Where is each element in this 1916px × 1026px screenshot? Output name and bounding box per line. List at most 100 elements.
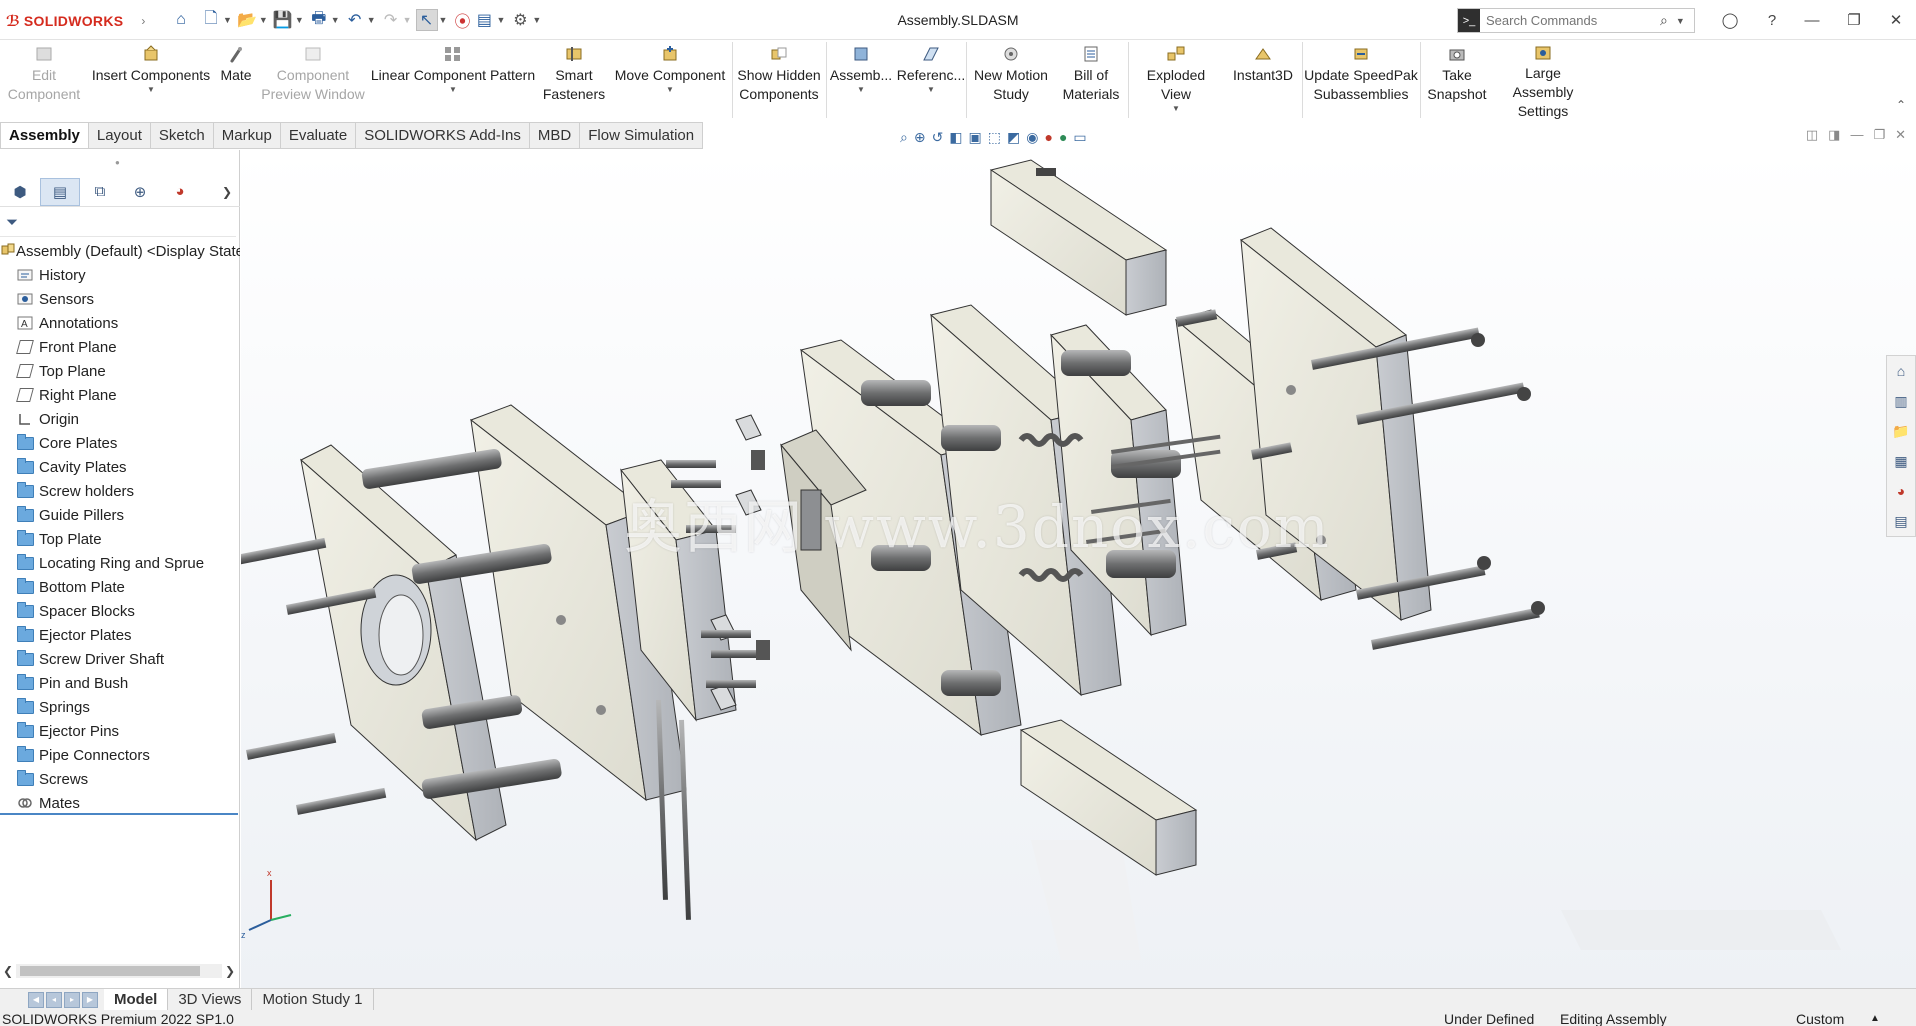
tree-item-spacer-blocks[interactable]: Spacer Blocks	[0, 599, 240, 623]
ribbon-collapse-icon[interactable]: ⌃	[1896, 98, 1906, 112]
save-icon[interactable]: 💾	[272, 9, 294, 31]
tree-item-core-plates[interactable]: Core Plates	[0, 431, 240, 455]
tab-solidworks-add-ins[interactable]: SOLIDWORKS Add-Ins	[356, 122, 530, 149]
reference-geometry-button[interactable]: Referenc... ▼	[896, 44, 966, 116]
tab-sketch[interactable]: Sketch	[150, 122, 214, 149]
tree-item-ejector-pins[interactable]: Ejector Pins	[0, 719, 240, 743]
linear-component-pattern-button[interactable]: Linear Component Pattern ▼	[370, 44, 536, 116]
exploded-view-dropdown-icon[interactable]: ▼	[1172, 104, 1180, 114]
bill-of-materials-button[interactable]: Bill of Materials	[1054, 44, 1128, 116]
exploded-view-button[interactable]: Exploded View ▼	[1130, 44, 1222, 116]
view-palette-icon[interactable]: ▦	[1887, 446, 1915, 476]
panel-more-icon[interactable]: ❯	[222, 185, 240, 199]
undo-dropdown-icon[interactable]: ▼	[367, 15, 376, 25]
tree-item-locating-ring-and-sprue[interactable]: Locating Ring and Sprue	[0, 551, 240, 575]
options-dropdown-icon[interactable]: ▼	[532, 15, 541, 25]
zoom-to-fit-icon[interactable]: ⌕	[900, 129, 908, 146]
tab-flow-simulation[interactable]: Flow Simulation	[580, 122, 704, 149]
new-dropdown-icon[interactable]: ▼	[223, 15, 232, 25]
file-properties-dropdown-icon[interactable]: ▼	[496, 15, 505, 25]
tree-item-pipe-connectors[interactable]: Pipe Connectors	[0, 743, 240, 767]
filter-icon[interactable]: ⏷	[6, 214, 18, 231]
tab-motion-study-1[interactable]: Motion Study 1	[252, 988, 374, 1011]
tree-item-ejector-plates[interactable]: Ejector Plates	[0, 623, 240, 647]
top-spacer-block[interactable]	[989, 159, 1168, 316]
prev-tab-icon[interactable]: ◂	[46, 991, 62, 1008]
close-icon[interactable]: ✕	[1884, 9, 1908, 31]
insert-components-dropdown-icon[interactable]: ▼	[147, 85, 155, 95]
tree-item-screws[interactable]: Screws	[0, 767, 240, 791]
dim-xpert-tab-icon[interactable]: ⊕	[120, 178, 160, 206]
undo-icon[interactable]: ↶	[344, 9, 366, 31]
first-tab-icon[interactable]: ◀	[28, 991, 44, 1008]
tree-item-guide-pillers[interactable]: Guide Pillers	[0, 503, 240, 527]
new-document-icon[interactable]: 🗋	[200, 9, 222, 31]
tree-item-cavity-plates[interactable]: Cavity Plates	[0, 455, 240, 479]
panel-grip-icon[interactable]: ●	[115, 158, 120, 167]
apply-scene-icon[interactable]: ●	[1059, 129, 1067, 145]
view-settings-icon[interactable]: ▭	[1073, 129, 1086, 146]
show-hidden-components-button[interactable]: Show Hidden Components	[734, 44, 824, 116]
configuration-manager-tab-icon[interactable]: ⧉	[80, 178, 120, 206]
user-account-icon[interactable]: ◯	[1718, 9, 1742, 31]
scroll-thumb[interactable]	[20, 966, 200, 976]
redo-icon[interactable]: ↷	[380, 9, 402, 31]
tree-item-bottom-plate[interactable]: Bottom Plate	[0, 575, 240, 599]
mate-button[interactable]: Mate	[214, 44, 258, 116]
open-folder-icon[interactable]: 📂	[236, 9, 258, 31]
edit-component-button[interactable]: Edit Component	[4, 44, 84, 116]
search-input[interactable]	[1480, 13, 1660, 28]
doc-tile-icon[interactable]: ◫	[1806, 127, 1818, 143]
insert-components-button[interactable]: Insert Components ▼	[88, 44, 214, 116]
search-dropdown-icon[interactable]: ▼	[1676, 16, 1685, 26]
search-commands-box[interactable]: >_ ⌕ ▼	[1457, 8, 1695, 33]
edit-appearance-icon[interactable]: ●	[1044, 129, 1052, 145]
custom-properties-icon[interactable]: ▤	[1887, 506, 1915, 536]
assembly-features-dropdown-icon[interactable]: ▼	[857, 85, 865, 95]
component-preview-window-button[interactable]: Component Preview Window	[258, 44, 368, 116]
new-motion-study-button[interactable]: New Motion Study	[968, 44, 1054, 116]
appearances-icon[interactable]: ◕	[1887, 476, 1915, 506]
tab-mbd[interactable]: MBD	[529, 122, 581, 149]
smart-fasteners-button[interactable]: Smart Fasteners	[540, 44, 608, 116]
design-library-icon[interactable]: ▥	[1887, 386, 1915, 416]
units-dropdown-icon[interactable]: ▲	[1870, 1011, 1880, 1026]
take-snapshot-button[interactable]: Take Snapshot	[1422, 44, 1492, 116]
tree-filter[interactable]: ⏷	[0, 209, 236, 237]
display-style-icon[interactable]: ◩	[1007, 129, 1020, 146]
view-orientation-icon[interactable]: ⬚	[988, 129, 1001, 146]
tree-root-assembly[interactable]: Assembly (Default) <Display State	[0, 239, 240, 263]
options-gear-icon[interactable]: ⚙	[509, 9, 531, 31]
file-explorer-icon[interactable]: 📁	[1887, 416, 1915, 446]
home-icon[interactable]: ⌂	[170, 9, 192, 31]
tree-item-mates[interactable]: Mates	[0, 791, 240, 815]
large-assembly-settings-button[interactable]: Large Assembly Settings	[1494, 44, 1592, 119]
tree-item-screw-driver-shaft[interactable]: Screw Driver Shaft	[0, 647, 240, 671]
tab-layout[interactable]: Layout	[88, 122, 151, 149]
dynamic-annotation-icon[interactable]: ▣	[969, 129, 982, 146]
rebuild-traffic-light-icon[interactable]: ⦿	[451, 9, 473, 31]
doc-restore-icon[interactable]: ❐	[1873, 127, 1885, 143]
tab-model[interactable]: Model	[104, 988, 169, 1011]
solidworks-resources-icon[interactable]: ⌂	[1887, 356, 1915, 386]
tree-item-right-plane[interactable]: Right Plane	[0, 383, 240, 407]
hide-show-items-icon[interactable]: ◉	[1026, 129, 1038, 146]
property-manager-tab-icon[interactable]: ▤	[40, 177, 80, 206]
save-dropdown-icon[interactable]: ▼	[295, 15, 304, 25]
instant3d-button[interactable]: Instant3D	[1226, 44, 1300, 116]
open-dropdown-icon[interactable]: ▼	[259, 15, 268, 25]
move-component-dropdown-icon[interactable]: ▼	[666, 85, 674, 95]
print-dropdown-icon[interactable]: ▼	[331, 15, 340, 25]
section-view-icon[interactable]: ◧	[949, 129, 962, 146]
last-tab-icon[interactable]: ▶	[82, 991, 98, 1008]
select-pointer-icon[interactable]: ↖	[415, 9, 438, 31]
help-icon[interactable]: ?	[1760, 9, 1784, 31]
restore-icon[interactable]: ❐	[1842, 9, 1866, 31]
linear-pattern-dropdown-icon[interactable]: ▼	[449, 85, 457, 95]
tree-item-history[interactable]: History	[0, 263, 240, 287]
file-properties-icon[interactable]: ▤	[473, 9, 495, 31]
tree-item-springs[interactable]: Springs	[0, 695, 240, 719]
tree-item-pin-and-bush[interactable]: Pin and Bush	[0, 671, 240, 695]
move-component-button[interactable]: Move Component ▼	[608, 44, 732, 116]
status-units[interactable]: Custom	[1796, 1011, 1844, 1026]
